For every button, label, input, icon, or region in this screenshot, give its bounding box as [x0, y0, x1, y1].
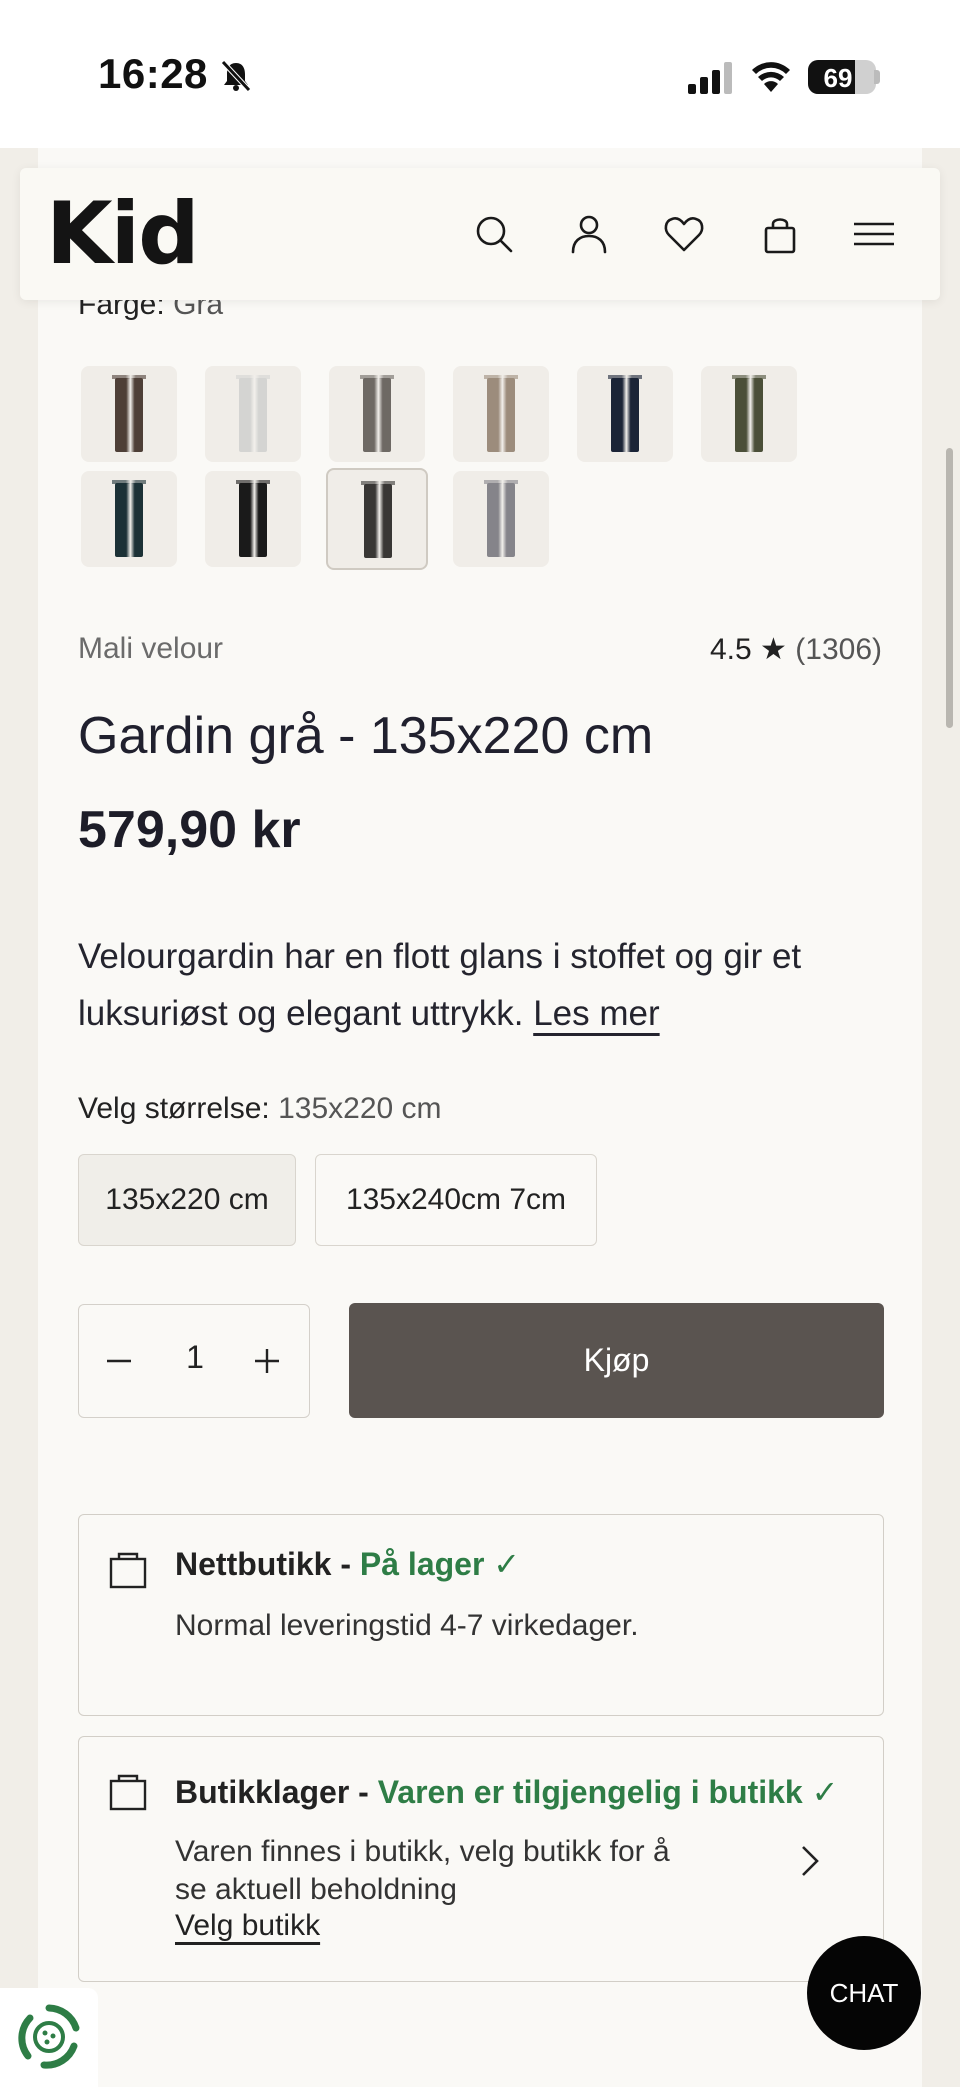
store-stock-text-line1: Varen finnes i butikk, velg butikk for å: [175, 1835, 670, 1868]
account-icon[interactable]: [567, 212, 611, 256]
store-stock-text-line2: se aktuell beholdning: [175, 1873, 457, 1906]
logo[interactable]: Kid: [46, 184, 200, 284]
size-value: 135x220 cm: [278, 1092, 442, 1125]
quantity-value[interactable]: 1: [169, 1339, 221, 1376]
online-stock-box: Nettbutikk - På lager ✓ Normal leverings…: [78, 1514, 884, 1716]
color-swatch[interactable]: [205, 471, 301, 567]
curtain-thumbnail: [236, 375, 270, 452]
curtain-thumbnail: [360, 375, 394, 452]
plus-icon[interactable]: [249, 1343, 285, 1379]
description-text: Velourgardin har en flott glans i stoffe…: [78, 937, 802, 1033]
curtain-thumbnail: [484, 375, 518, 452]
cart-icon[interactable]: [758, 212, 802, 256]
battery-level: 69: [823, 63, 853, 93]
color-swatch[interactable]: [453, 471, 549, 567]
minus-icon[interactable]: [101, 1343, 137, 1379]
battery-indicator: 69: [808, 60, 876, 94]
status-time: 16:28: [98, 50, 208, 97]
search-icon[interactable]: [472, 212, 516, 256]
color-swatch[interactable]: [329, 366, 425, 462]
product-title: Gardin grå - 135x220 cm: [78, 707, 654, 765]
store-availability-status: Varen er tilgjengelig i butikk ✓: [377, 1774, 839, 1810]
in-stock-status: På lager ✓: [359, 1546, 521, 1582]
status-bar: 16:28 69: [0, 0, 960, 148]
size-label: Velg størrelse: 135x220 cm: [78, 1092, 442, 1126]
store-stock-title: Butikklager -: [175, 1774, 378, 1810]
size-option-selected[interactable]: 135x220 cm: [78, 1154, 296, 1246]
color-swatch-selected[interactable]: [326, 468, 428, 570]
heart-icon[interactable]: [662, 212, 706, 256]
online-store-title: Nettbutikk -: [175, 1546, 360, 1582]
curtain-thumbnail: [361, 481, 395, 558]
color-swatch[interactable]: [453, 366, 549, 462]
choose-store-link[interactable]: Velg butikk: [175, 1909, 320, 1943]
recycle-cookie-icon: [18, 2004, 80, 2069]
size-label-text: Velg størrelse:: [78, 1092, 270, 1125]
product-series: Mali velour: [78, 632, 224, 665]
battery-cap: [874, 70, 880, 84]
color-swatch[interactable]: [577, 366, 673, 462]
shopping-bag-icon: [109, 1552, 147, 1589]
rating-value: 4.5 ★: [710, 633, 787, 666]
color-swatch[interactable]: [81, 366, 177, 462]
delivery-time-text: Normal leveringstid 4-7 virkedager.: [175, 1609, 639, 1642]
buy-button[interactable]: Kjøp: [349, 1303, 884, 1418]
signal-icon: [688, 62, 732, 94]
color-swatch[interactable]: [701, 366, 797, 462]
curtain-thumbnail: [112, 375, 146, 452]
size-option[interactable]: 135x240cm 7cm: [315, 1154, 597, 1246]
store-stock-heading: Butikklager - Varen er tilgjengelig i bu…: [175, 1773, 838, 1811]
bell-muted-icon: [221, 60, 251, 92]
read-more-link[interactable]: Les mer: [533, 994, 659, 1033]
product-description: Velourgardin har en flott glans i stoffe…: [78, 928, 898, 1042]
chevron-right-icon[interactable]: [795, 1843, 823, 1879]
rating-count: (1306): [795, 633, 882, 666]
curtain-thumbnail: [236, 480, 270, 557]
site-header: Kid: [20, 168, 940, 300]
product-price: 579,90 kr: [78, 801, 301, 859]
store-stock-box[interactable]: Butikklager - Varen er tilgjengelig i bu…: [78, 1736, 884, 1982]
color-swatch[interactable]: [205, 366, 301, 462]
curtain-thumbnail: [608, 375, 642, 452]
shopping-bag-icon: [109, 1774, 147, 1811]
product-rating[interactable]: 4.5 ★ (1306): [710, 632, 882, 667]
curtain-thumbnail: [112, 480, 146, 557]
online-stock-heading: Nettbutikk - På lager ✓: [175, 1545, 520, 1583]
quantity-stepper: 1: [78, 1304, 310, 1418]
eco-badge[interactable]: [0, 1988, 98, 2087]
menu-icon[interactable]: [852, 212, 896, 256]
curtain-thumbnail: [732, 375, 766, 452]
wifi-icon: [752, 62, 790, 92]
color-swatch[interactable]: [81, 471, 177, 567]
curtain-thumbnail: [484, 480, 518, 557]
chat-button[interactable]: CHAT: [807, 1936, 921, 2050]
scrollbar[interactable]: [946, 448, 953, 728]
